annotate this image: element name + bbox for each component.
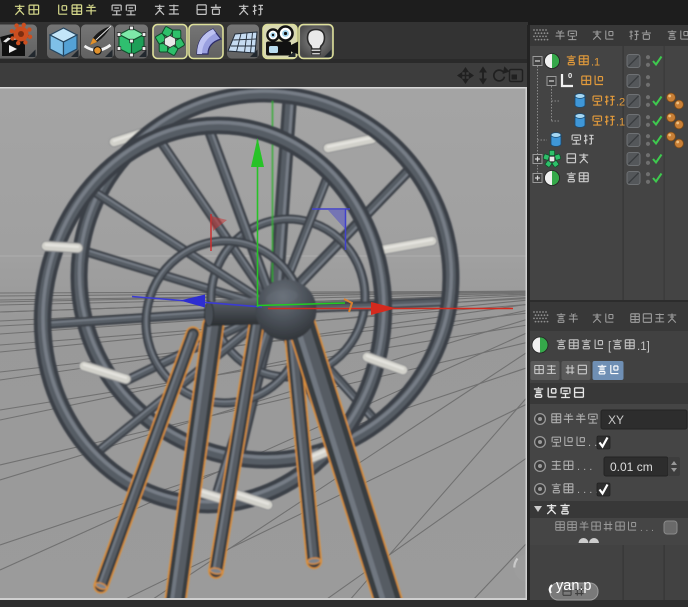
svg-text:.1: .1 (591, 57, 600, 69)
svg-text:yan.p: yan.p (556, 578, 591, 594)
svg-text:.1: .1 (616, 117, 625, 129)
svg-text:. . .: . . . (577, 461, 592, 473)
svg-text:. . .: . . . (640, 523, 654, 534)
svg-text:.1]: .1] (637, 341, 650, 353)
svg-text:0: 0 (568, 71, 572, 80)
svg-text:XY: XY (608, 413, 624, 427)
svg-text:. .: . . (588, 437, 597, 449)
svg-text:0.01 cm: 0.01 cm (610, 460, 653, 474)
svg-text:. . . .: . . . . (577, 484, 598, 496)
svg-text:.2: .2 (616, 97, 625, 109)
